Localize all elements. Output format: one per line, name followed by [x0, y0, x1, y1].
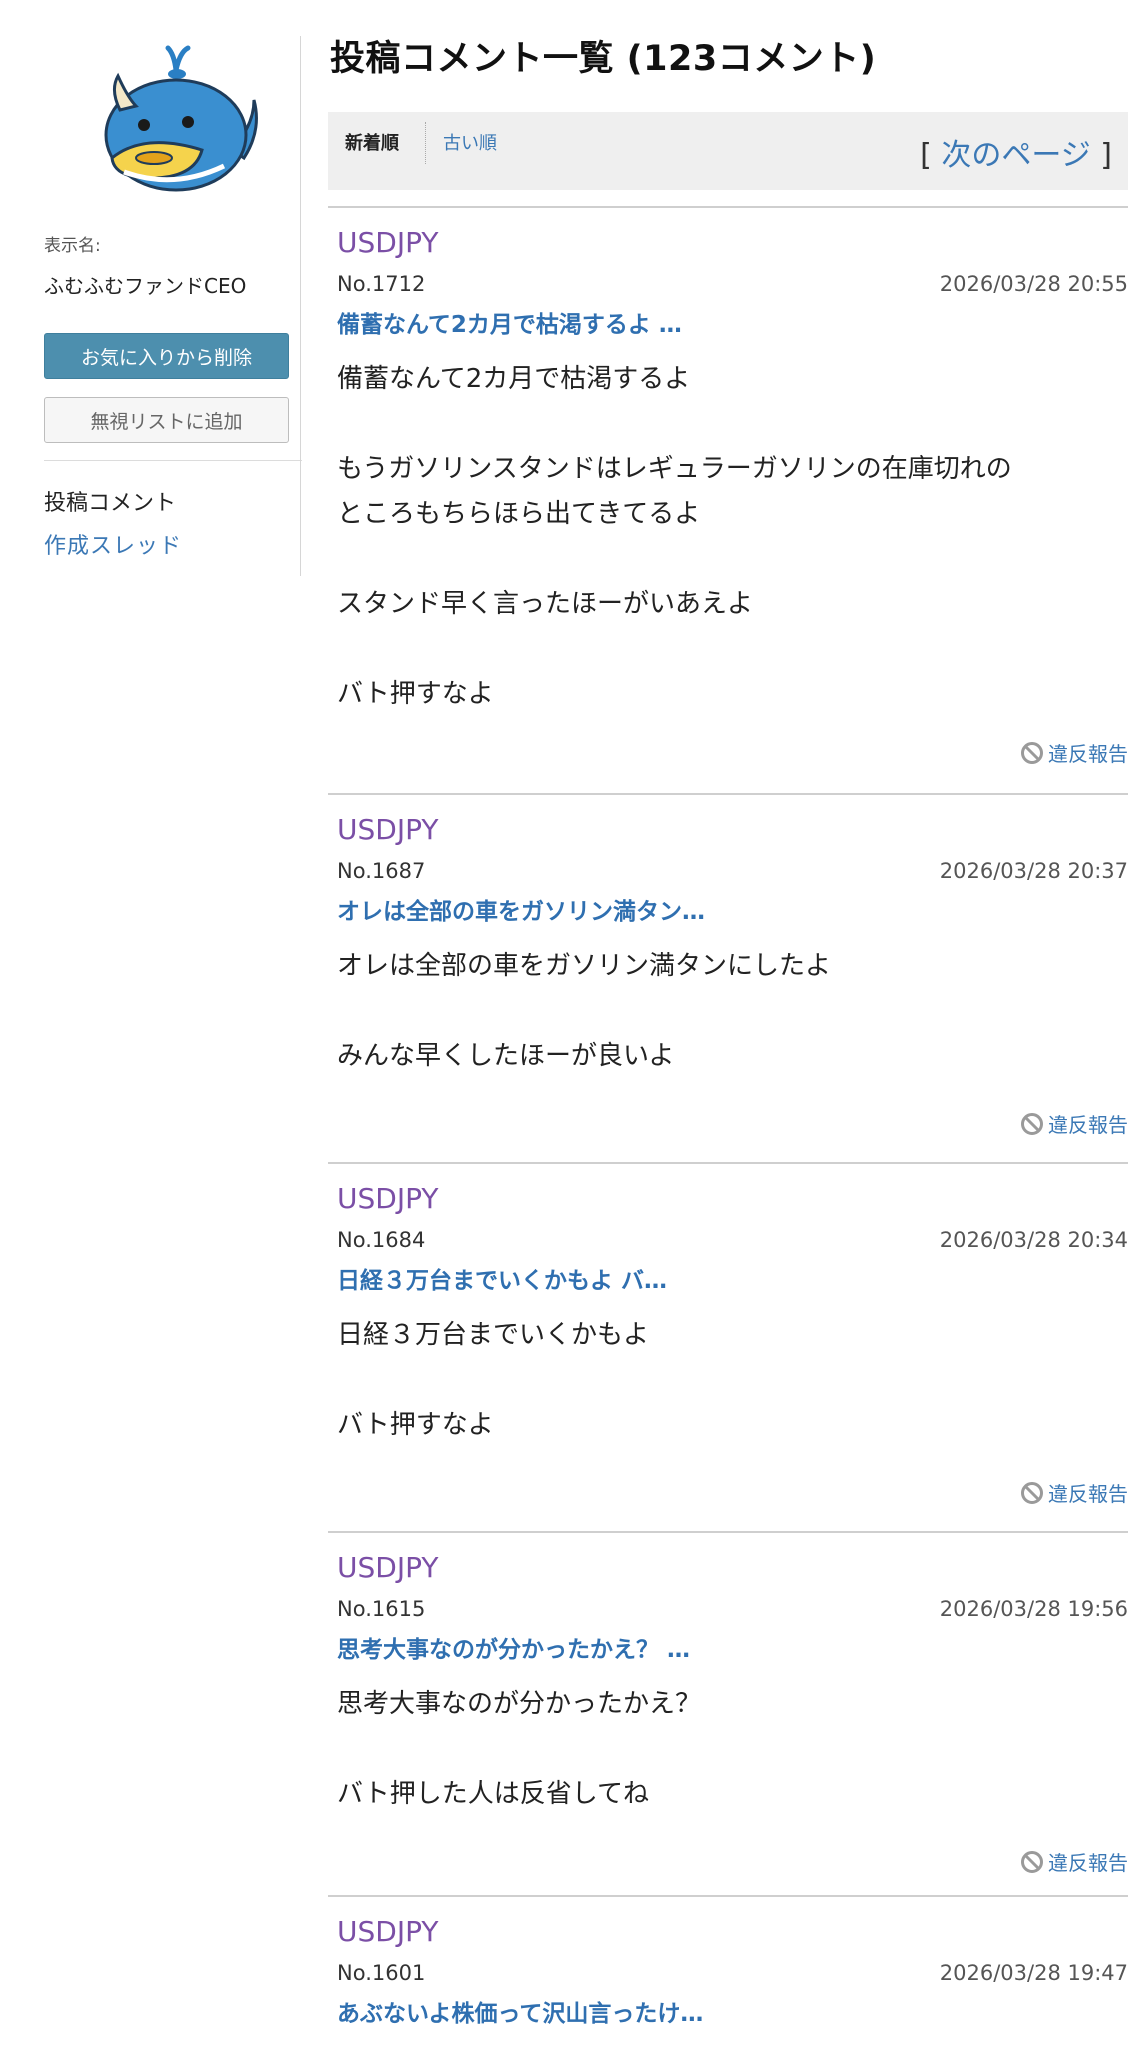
comment-body-line: みんな早くしたほーが良いよ	[337, 1041, 675, 1071]
comment-number: No.1684	[337, 1228, 426, 1252]
whale-avatar-icon	[104, 45, 258, 192]
comment-divider	[328, 1531, 1128, 1533]
comment-number: No.1615	[337, 1597, 426, 1621]
comment-divider	[328, 1162, 1128, 1164]
comment-body-line: もうガソリンスタンドはレギュラーガソリンの在庫切れの	[337, 454, 1012, 484]
comment-username[interactable]: USDJPY	[337, 1182, 438, 1215]
bracket-open: [	[920, 138, 932, 173]
sort-bar: 新着順 古い順 [ 次のページ ]	[328, 112, 1128, 190]
comment-body-line	[337, 537, 1117, 582]
sidebar-vertical-divider	[300, 36, 301, 576]
comment-title-link[interactable]: 日経３万台までいくかもよ バ…	[337, 1261, 667, 1295]
comment-body-line	[337, 1358, 1117, 1403]
report-violation-link[interactable]: 違反報告	[1020, 738, 1128, 767]
comment-body-line: バト押すなよ	[337, 679, 494, 709]
comment-title-link[interactable]: オレは全部の車をガソリン満タン…	[337, 892, 705, 926]
comment-body-line: バト押した人は反省してね	[337, 1779, 650, 1809]
page: 表示名: ふむふむファンドCEO お気に入りから削除 無視リストに追加 投稿コメ…	[0, 0, 1132, 2048]
comment-date: 2026/03/28 19:47	[939, 1961, 1128, 1985]
comment-divider	[328, 793, 1128, 795]
sort-separator	[425, 122, 426, 164]
nav-posted-comments: 投稿コメント	[44, 491, 177, 516]
comment-date: 2026/03/28 19:56	[939, 1597, 1128, 1621]
comment-body: オレは全部の車をガソリン満タンにしたよ みんな早くしたほーが良いよ	[337, 944, 1117, 1079]
page-title: 投稿コメント一覧 (123コメント)	[330, 39, 877, 79]
comment-divider	[328, 206, 1128, 208]
comment-date: 2026/03/28 20:55	[939, 272, 1128, 296]
report-label: 違反報告	[1048, 1113, 1128, 1137]
prohibited-icon	[1021, 1481, 1043, 1504]
comment-body-line	[337, 627, 1117, 672]
comment-body-line: 思考大事なのが分かったかえ？	[337, 1689, 702, 1719]
sidebar: 表示名: ふむふむファンドCEO お気に入りから削除 無視リストに追加 投稿コメ…	[44, 0, 302, 2048]
report-label: 違反報告	[1048, 742, 1128, 766]
comment-username[interactable]: USDJPY	[337, 813, 438, 846]
comment-title-link[interactable]: 思考大事なのが分かったかえ？ …	[337, 1630, 690, 1664]
comment-body-line: スタンド早く言ったほーがいあえよ	[337, 589, 754, 619]
report-violation-link[interactable]: 違反報告	[1020, 1109, 1128, 1138]
comment-body-line	[337, 402, 1117, 447]
comment-number: No.1687	[337, 859, 426, 883]
sidebar-divider	[44, 460, 302, 461]
avatar[interactable]	[84, 40, 269, 200]
comment-title-link[interactable]: あぶないよ株価って沢山言ったけ…	[337, 1994, 703, 2028]
prohibited-icon	[1021, 1112, 1043, 1135]
comment-body-line: ところもちらほら出てきてるよ	[337, 499, 701, 529]
comment-divider	[328, 1895, 1128, 1897]
comment-number: No.1601	[337, 1961, 426, 1985]
comment-username[interactable]: USDJPY	[337, 226, 438, 259]
nav-created-threads-link[interactable]: 作成スレッド	[44, 528, 182, 560]
prohibited-icon	[1021, 1850, 1043, 1873]
add-ignore-list-button[interactable]: 無視リストに追加	[44, 397, 289, 443]
sort-newest-tab[interactable]: 新着順	[345, 129, 399, 155]
comment-body-line	[337, 1727, 1117, 1772]
display-name: ふむふむファンドCEO	[44, 274, 247, 298]
remove-favorite-button[interactable]: お気に入りから削除	[44, 333, 289, 379]
comment-body-line: 日経３万台までいくかもよ	[337, 1320, 650, 1350]
report-label: 違反報告	[1048, 1851, 1128, 1875]
comment-username[interactable]: USDJPY	[337, 1551, 438, 1584]
comment-body-line	[337, 989, 1117, 1034]
comment-date: 2026/03/28 20:34	[939, 1228, 1128, 1252]
comment-body: 備蓄なんて2カ月で枯渇するよもうガソリンスタンドはレギュラーガソリンの在庫切れの…	[337, 357, 1117, 717]
comment-date: 2026/03/28 20:37	[939, 859, 1128, 883]
comment-body-line: オレは全部の車をガソリン満タンにしたよ	[337, 951, 832, 981]
next-page-link[interactable]: [ 次のページ ]	[920, 130, 1112, 174]
prohibited-icon	[1021, 741, 1043, 764]
report-violation-link[interactable]: 違反報告	[1020, 1847, 1128, 1876]
next-page-label: 次のページ	[941, 138, 1091, 173]
comment-body: 思考大事なのが分かったかえ？ バト押した人は反省してね	[337, 1682, 1117, 1817]
comment-number: No.1712	[337, 272, 426, 296]
comment-title-link[interactable]: 備蓄なんて2カ月で枯渇するよ …	[337, 305, 682, 339]
comment-body: 日経３万台までいくかもよ バト押すなよ	[337, 1313, 1117, 1448]
display-name-label: 表示名:	[44, 236, 101, 256]
comment-username[interactable]: USDJPY	[337, 1915, 438, 1948]
report-label: 違反報告	[1048, 1482, 1128, 1506]
comment-body-line: 備蓄なんて2カ月で枯渇するよ	[337, 364, 691, 394]
report-violation-link[interactable]: 違反報告	[1020, 1478, 1128, 1507]
comment-body-line: バト押すなよ	[337, 1410, 494, 1440]
bracket-close: ]	[1100, 138, 1112, 173]
sort-oldest-tab[interactable]: 古い順	[443, 129, 497, 155]
